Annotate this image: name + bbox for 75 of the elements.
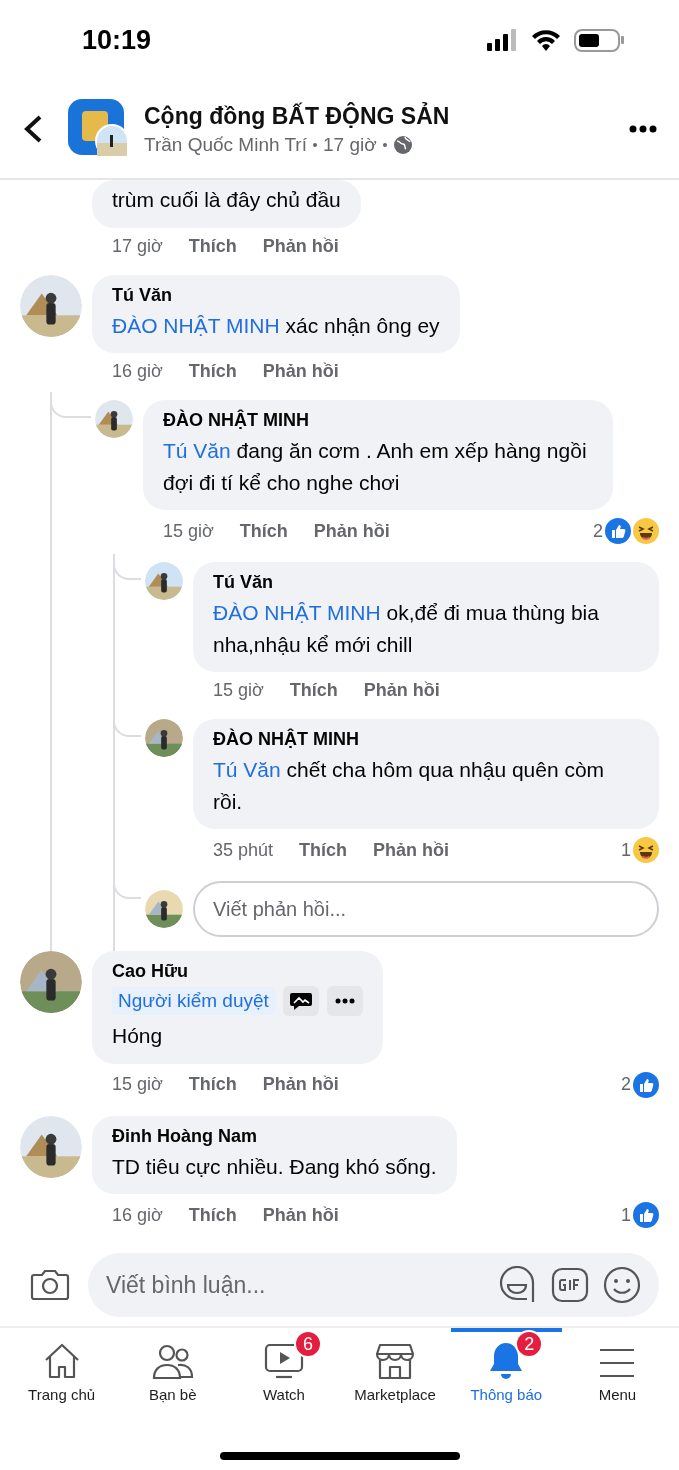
reaction-count: 2	[621, 1074, 631, 1095]
commenter-name[interactable]: Cao Hữu	[112, 961, 363, 982]
reaction-count: 1	[621, 839, 631, 861]
commenter-name[interactable]: ĐÀO NHẬT MINH	[163, 410, 593, 431]
reply-link[interactable]: Phản hồi	[262, 1204, 339, 1226]
like-reaction-icon	[605, 518, 631, 544]
camera-icon	[30, 1268, 70, 1302]
comment-text: Hóng	[112, 1023, 164, 1049]
comment-field[interactable]: Viết bình luận...	[88, 1253, 659, 1317]
chat-button[interactable]	[282, 986, 319, 1016]
comment-text: ĐÀO NHẬT MINH xác nhận ông ey	[112, 312, 440, 339]
reaction-count: 2	[593, 520, 603, 542]
separator-dot-icon	[312, 142, 317, 147]
nav-tab[interactable]: Menu	[561, 1328, 674, 1452]
laughing-emoji-icon	[633, 837, 659, 863]
like-reaction-icon	[633, 1071, 659, 1098]
comment-text: trùm cuối là đây chủ đầu	[112, 187, 341, 213]
commenter-name[interactable]: ĐÀO NHẬT MINH	[213, 729, 639, 750]
separator-dot-icon	[382, 142, 387, 147]
like-link[interactable]: Thích	[188, 1204, 237, 1226]
gif-icon	[551, 1267, 589, 1303]
menu-icon	[598, 1346, 637, 1380]
chat-icon	[288, 991, 313, 1011]
sticker-icon	[499, 1266, 537, 1304]
comment-time: 15 giờ	[163, 520, 214, 542]
emoji-icon	[603, 1266, 641, 1304]
post-author[interactable]: Trần Quốc Minh Trí	[144, 133, 307, 156]
comment-text: ĐÀO NHẬT MINH ok,để đi mua thùng bia nha,nhậu kể mới chill	[213, 600, 600, 658]
group-title[interactable]: Cộng đồng BẤT ĐỘNG SẢN	[144, 102, 615, 130]
reply-link[interactable]: Phản hồi	[262, 361, 339, 382]
notification-badge: 6	[293, 1330, 322, 1358]
video-icon	[263, 1342, 304, 1380]
commenter-name[interactable]: Tú Văn	[112, 284, 440, 306]
nav-tab[interactable]: Trang chủ	[6, 1328, 118, 1452]
comment-text: Tú Văn đang ăn cơm . Anh em xếp hàng ngồi đợi đi tí kể cho nghe chơi	[163, 438, 588, 496]
comment-time: 35 phút	[213, 839, 274, 861]
nav-tab[interactable]: 6 Watch	[228, 1328, 340, 1452]
nav-tab[interactable]: Marketplace	[339, 1328, 451, 1452]
comment-text: Tú Văn chết cha hôm qua nhậu quên còm rồi.	[213, 757, 606, 815]
like-reaction-icon	[633, 1202, 659, 1228]
like-link[interactable]: Thích	[239, 520, 288, 542]
reply-link[interactable]: Phản hồi	[373, 839, 450, 861]
more-icon	[629, 125, 657, 133]
reply-field[interactable]: Viết phản hồi...	[193, 881, 659, 937]
reply-link[interactable]: Phản hồi	[262, 1074, 339, 1095]
post-time: 17 giờ	[322, 133, 377, 156]
more-button[interactable]	[326, 986, 363, 1016]
more-icon	[334, 998, 355, 1004]
like-link[interactable]: Thích	[188, 235, 237, 257]
reply-link[interactable]: Phản hồi	[262, 235, 339, 257]
commenter-name[interactable]: Đinh Hoàng Nam	[112, 1125, 437, 1147]
globe-icon	[392, 134, 413, 155]
comment-time: 15 giờ	[213, 680, 264, 701]
back-icon	[22, 114, 44, 144]
reply-link[interactable]: Phản hồi	[363, 680, 440, 701]
comment-time: 17 giờ	[112, 235, 163, 257]
commenter-name[interactable]: Tú Văn	[213, 572, 639, 593]
like-link[interactable]: Thích	[188, 1074, 237, 1095]
status-time: 10:19	[82, 24, 152, 56]
like-link[interactable]: Thích	[299, 839, 348, 861]
reply-link[interactable]: Phản hồi	[313, 520, 390, 542]
comment-time: 16 giờ	[112, 1204, 163, 1226]
comment-time: 16 giờ	[112, 361, 163, 382]
nav-tab[interactable]: Bạn bè	[117, 1328, 229, 1452]
notification-badge: 2	[515, 1330, 544, 1358]
comment-time: 15 giờ	[112, 1074, 163, 1095]
moderator-badge: Người kiểm duyệt	[112, 987, 275, 1015]
store-icon	[375, 1342, 416, 1380]
like-link[interactable]: Thích	[188, 361, 237, 382]
laughing-emoji-icon	[633, 518, 659, 544]
nav-tab[interactable]: 2 Thông báo	[450, 1328, 562, 1452]
reaction-count: 1	[621, 1204, 631, 1226]
like-link[interactable]: Thích	[289, 680, 338, 701]
comment-text: TD tiêu cực nhiều. Đang khó sống.	[112, 1153, 437, 1180]
friends-icon	[151, 1344, 194, 1380]
